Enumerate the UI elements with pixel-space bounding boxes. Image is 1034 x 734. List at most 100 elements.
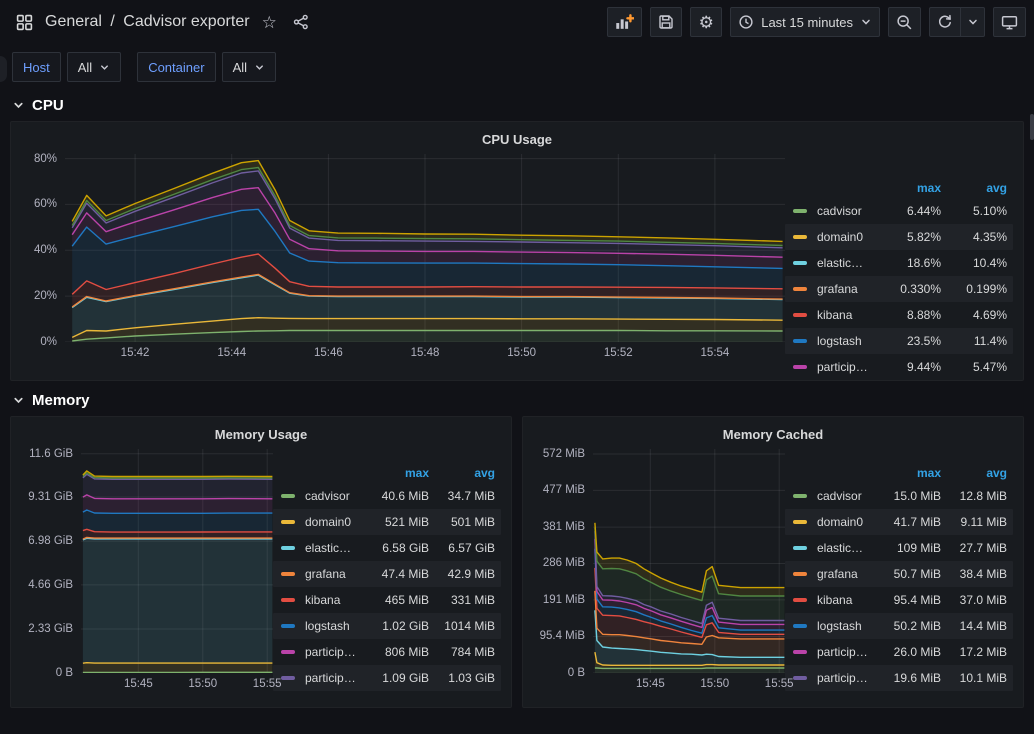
y-axis-label: 572 MiB (543, 448, 585, 460)
legend-series-name[interactable]: participant2 (305, 671, 357, 685)
legend-avg-value: 0.199% (941, 282, 1007, 296)
legend-header-row: maxavg (785, 178, 1013, 198)
save-dashboard-button[interactable] (650, 7, 682, 37)
legend-row: kibana8.88%4.69% (785, 302, 1013, 328)
memory-usage-chart[interactable] (81, 449, 273, 673)
section-header-cpu[interactable]: CPU (0, 86, 1034, 121)
variable-container-label: Container (137, 52, 215, 82)
star-icon: ☆ (262, 14, 277, 31)
legend-row: grafana0.330%0.199% (785, 276, 1013, 302)
legend-sort-max[interactable]: max (869, 181, 941, 195)
legend-series-name[interactable]: participant1 (305, 645, 357, 659)
monitor-icon (1001, 14, 1018, 31)
legend-series-name[interactable]: grafana (817, 282, 869, 296)
series-color-swatch (793, 572, 807, 576)
memory-cached-chart[interactable] (593, 449, 785, 673)
legend-series-name[interactable]: logstash (817, 619, 869, 633)
y-axis-label: 2.33 GiB (28, 623, 73, 635)
star-dashboard-button[interactable]: ☆ (258, 10, 281, 35)
add-panel-button[interactable] (607, 7, 642, 37)
legend-max-value: 1.02 GiB (357, 619, 429, 633)
breadcrumb-separator: / (110, 13, 114, 30)
legend-series-name[interactable]: kibana (817, 308, 869, 322)
legend-row: kibana95.4 MiB37.0 MiB (785, 587, 1013, 613)
chevron-down-icon (967, 16, 979, 28)
legend-max-value: 26.0 MiB (869, 645, 941, 659)
legend-sort-max[interactable]: max (357, 466, 429, 480)
time-range-picker[interactable]: Last 15 minutes (730, 7, 880, 37)
chevron-down-icon (860, 16, 872, 28)
section-header-memory[interactable]: Memory (0, 381, 1034, 416)
share-dashboard-button[interactable] (289, 10, 313, 34)
legend-series-name[interactable]: domain0 (817, 230, 869, 244)
legend-max-value: 6.44% (869, 204, 941, 218)
dashboard-settings-button[interactable]: ⚙ (690, 7, 722, 37)
variable-host-dropdown[interactable]: All (67, 52, 121, 82)
dashboard-variables: Host All Container All (0, 44, 1034, 86)
legend-series-name[interactable]: domain0 (817, 515, 869, 529)
refresh-interval-dropdown[interactable] (961, 7, 985, 37)
legend-series-name[interactable]: domain0 (305, 515, 357, 529)
legend-max-value: 6.58 GiB (357, 541, 429, 555)
legend-avg-value: 4.35% (941, 230, 1007, 244)
legend-series-name[interactable]: elasticsearch (305, 541, 357, 555)
legend-series-name[interactable]: cadvisor (817, 204, 869, 218)
time-range-label: Last 15 minutes (761, 15, 853, 30)
legend-series-name[interactable]: grafana (817, 567, 869, 581)
kiosk-mode-button[interactable] (993, 7, 1026, 37)
legend-avg-value: 10.4% (941, 256, 1007, 270)
legend-series-name[interactable]: elasticsearch (817, 256, 869, 270)
y-axis-label: 60% (34, 198, 57, 210)
series-color-swatch (793, 676, 807, 680)
legend-row: domain05.82%4.35% (785, 224, 1013, 250)
legend-series-name[interactable]: logstash (817, 334, 869, 348)
series-color-swatch (793, 598, 807, 602)
series-color-swatch (793, 365, 807, 369)
legend-series-name[interactable]: participant1 (817, 645, 869, 659)
refresh-button[interactable] (929, 7, 961, 37)
x-axis-label: 15:55 (765, 678, 794, 690)
legend-series-name[interactable]: elasticsearch (817, 541, 869, 555)
series-color-swatch (281, 546, 295, 550)
legend-series-name[interactable]: cadvisor (817, 489, 869, 503)
legend-max-value: 19.6 MiB (869, 671, 941, 685)
legend-sort-max[interactable]: max (869, 466, 941, 480)
legend-avg-value: 784 MiB (429, 645, 495, 659)
panel-title[interactable]: Memory Cached (533, 423, 1013, 449)
legend-sort-avg[interactable]: avg (941, 466, 1007, 480)
legend-series-name[interactable]: cadvisor (305, 489, 357, 503)
series-color-swatch (793, 235, 807, 239)
y-axis-label: 0% (40, 336, 57, 348)
legend-series-name[interactable]: grafana (305, 567, 357, 581)
legend-series-name[interactable]: kibana (817, 593, 869, 607)
legend-series-name[interactable]: kibana (305, 593, 357, 607)
menu-open-handle[interactable] (0, 56, 7, 82)
scrollbar-thumb[interactable] (1030, 114, 1034, 140)
variable-host: Host All (12, 52, 121, 82)
panel-title[interactable]: Memory Usage (21, 423, 501, 449)
variable-container-dropdown[interactable]: All (222, 52, 276, 82)
series-color-swatch (281, 676, 295, 680)
series-color-swatch (281, 598, 295, 602)
cpu-usage-chart[interactable] (65, 154, 785, 342)
legend-max-value: 23.5% (869, 334, 941, 348)
variable-value: All (233, 60, 247, 75)
series-color-swatch (793, 339, 807, 343)
chevron-down-icon (99, 62, 110, 73)
y-axis-label: 11.6 GiB (29, 448, 73, 460)
legend-sort-avg[interactable]: avg (429, 466, 495, 480)
save-icon (658, 14, 674, 30)
section-title: CPU (32, 97, 64, 114)
breadcrumb-folder-link[interactable]: General (45, 13, 102, 30)
apps-grid-button[interactable] (12, 10, 37, 35)
legend-sort-avg[interactable]: avg (941, 181, 1007, 195)
legend-max-value: 95.4 MiB (869, 593, 941, 607)
legend-avg-value: 1014 MiB (429, 619, 495, 633)
legend-series-name[interactable]: logstash (305, 619, 357, 633)
legend-series-name[interactable]: participant2 (817, 671, 869, 685)
zoom-out-button[interactable] (888, 7, 921, 37)
legend-series-name[interactable]: participant1 (817, 360, 869, 374)
refresh-icon (937, 14, 953, 30)
legend-avg-value: 5.10% (941, 204, 1007, 218)
panel-title[interactable]: CPU Usage (21, 128, 1013, 154)
